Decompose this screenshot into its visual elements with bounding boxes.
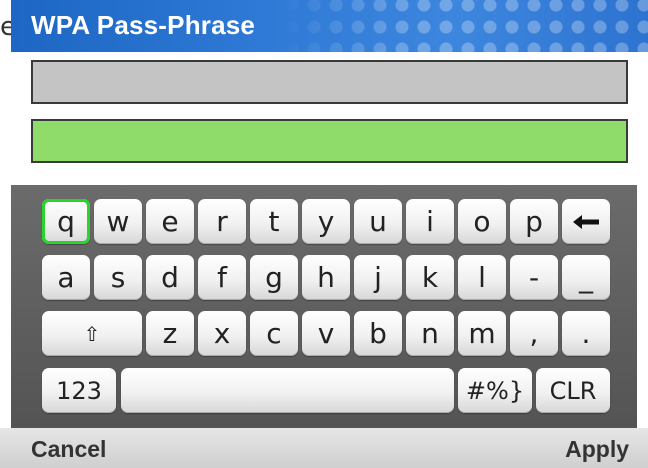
onscreen-keyboard: q w e r t y u i o p a s d f g h j k l - … [11,185,637,428]
key-d[interactable]: d [146,255,194,300]
key-z[interactable]: z [146,311,194,356]
key-comma[interactable]: , [510,311,558,356]
key-l[interactable]: l [458,255,506,300]
key-a[interactable]: a [42,255,90,300]
key-q[interactable]: q [42,199,90,244]
key-s[interactable]: s [94,255,142,300]
key-period[interactable]: . [562,311,610,356]
shift-key[interactable]: ⇧ [42,311,142,356]
key-v[interactable]: v [302,311,350,356]
backspace-key[interactable] [562,199,610,244]
key-k[interactable]: k [406,255,454,300]
softkey-bar: Cancel Apply [0,428,648,468]
key-r[interactable]: r [198,199,246,244]
key-f[interactable]: f [198,255,246,300]
symbols-key[interactable]: #%} [458,368,532,413]
key-m[interactable]: m [458,311,506,356]
cancel-button[interactable]: Cancel [31,436,106,463]
key-h[interactable]: h [302,255,350,300]
clear-key[interactable]: CLR [536,368,610,413]
space-key[interactable] [121,368,454,413]
key-u[interactable]: u [354,199,402,244]
key-o[interactable]: o [458,199,506,244]
key-p[interactable]: p [510,199,558,244]
key-x[interactable]: x [198,311,246,356]
key-e[interactable]: e [146,199,194,244]
dialog-title: WPA Pass-Phrase [31,10,256,40]
backspace-arrow-icon [573,214,599,229]
numbers-key[interactable]: 123 [42,368,116,413]
header-dot-pattern [281,0,648,52]
key-b[interactable]: b [354,311,402,356]
key-hyphen[interactable]: - [510,255,558,300]
key-g[interactable]: g [250,255,298,300]
key-t[interactable]: t [250,199,298,244]
key-w[interactable]: w [94,199,142,244]
key-i[interactable]: i [406,199,454,244]
key-c[interactable]: c [250,311,298,356]
passphrase-confirm-field[interactable] [31,60,628,104]
key-y[interactable]: y [302,199,350,244]
passphrase-entry-field[interactable] [31,119,628,163]
key-underscore[interactable]: _ [562,255,610,300]
key-j[interactable]: j [354,255,402,300]
dialog-header: WPA Pass-Phrase [11,0,648,52]
key-n[interactable]: n [406,311,454,356]
apply-button[interactable]: Apply [565,436,629,463]
